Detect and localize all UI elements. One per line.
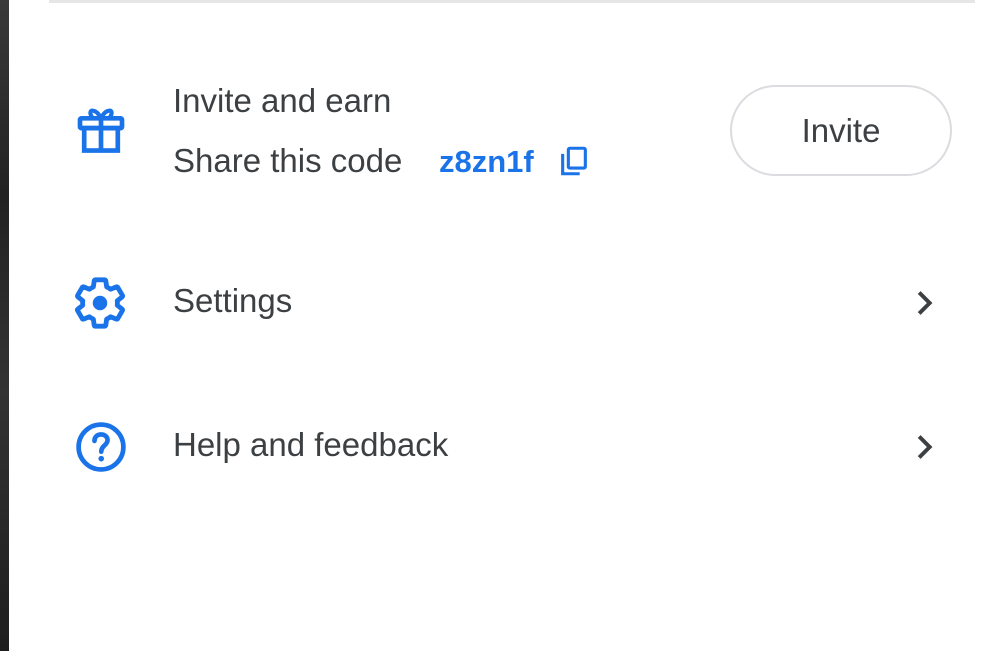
menu-panel: Invite and earn Share this code z8zn1f I…: [9, 0, 1003, 651]
referral-code[interactable]: z8zn1f: [439, 144, 534, 180]
chevron-right-icon: [917, 291, 933, 315]
divider: [49, 0, 975, 3]
help-icon: [76, 422, 126, 472]
gear-icon: [75, 277, 125, 329]
menu-item-help[interactable]: Help and feedback: [9, 394, 1003, 498]
gift-icon: [77, 108, 125, 153]
chevron-right-icon: [917, 435, 933, 459]
menu-item-settings[interactable]: Settings: [9, 250, 1003, 354]
menu-item-label: Help and feedback: [173, 426, 449, 463]
copy-icon[interactable]: [557, 144, 591, 178]
invite-title: Invite and earn: [173, 82, 392, 119]
background-edge: [0, 0, 9, 651]
invite-button[interactable]: Invite: [730, 85, 952, 176]
menu-item-label: Settings: [173, 282, 293, 319]
share-code-label: Share this code: [173, 142, 403, 179]
